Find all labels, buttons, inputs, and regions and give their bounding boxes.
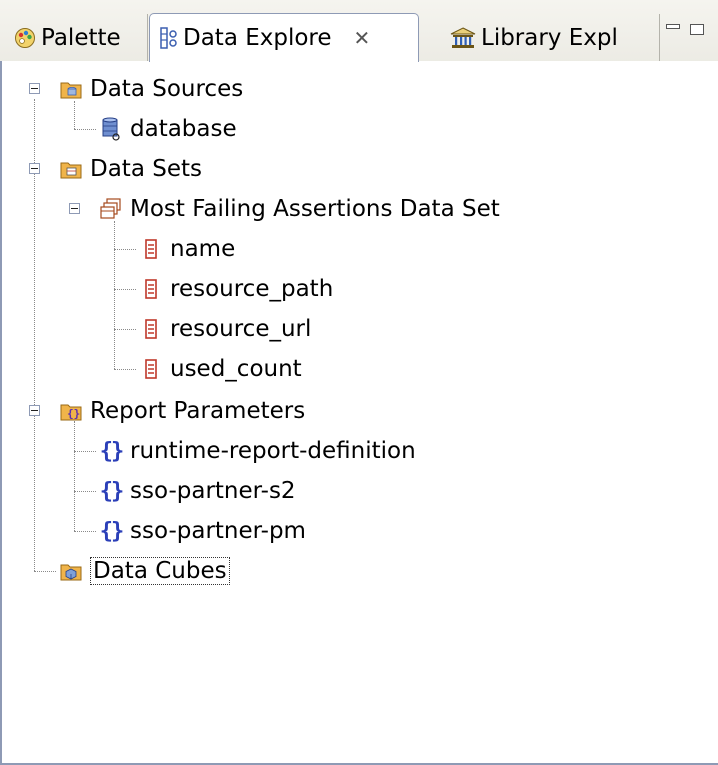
tree-node-label: resource_url — [170, 316, 312, 342]
tree-connector — [114, 369, 136, 370]
data-cubes-folder-icon — [60, 559, 82, 583]
data-explorer-icon — [160, 26, 178, 50]
tree-connector — [74, 129, 96, 130]
maximize-icon[interactable] — [690, 24, 704, 35]
view-tab-strip: Palette Data Explore ✕ Library Expl — [0, 0, 718, 63]
column-icon — [140, 357, 162, 381]
close-icon[interactable]: ✕ — [354, 26, 371, 50]
column-icon — [140, 317, 162, 341]
tree-node-label: name — [170, 236, 236, 262]
tree-connector — [114, 249, 136, 250]
collapse-toggle[interactable] — [69, 203, 80, 214]
tree-node-label: Data Sets — [90, 156, 202, 182]
tree-connector — [34, 571, 56, 572]
tree-node-parameter[interactable]: {} runtime-report-definition — [100, 431, 416, 471]
tree-node-label: database — [130, 116, 237, 142]
tab-palette-label: Palette — [41, 24, 121, 51]
collapse-toggle[interactable] — [29, 83, 40, 94]
tree-node-column[interactable]: used_count — [140, 349, 302, 389]
tab-palette[interactable]: Palette — [8, 14, 148, 61]
tree-connector — [114, 221, 115, 369]
tree-node-label: Report Parameters — [90, 398, 306, 424]
tab-data-explorer[interactable]: Data Explore ✕ — [149, 13, 419, 62]
collapse-toggle[interactable] — [29, 163, 40, 174]
parameter-icon: {} — [99, 438, 125, 464]
tree-node-data-cubes[interactable]: Data Cubes — [60, 551, 230, 591]
tree-connector — [74, 531, 96, 532]
tree-node-label: used_count — [170, 356, 302, 382]
database-icon — [100, 117, 122, 141]
dataset-icon — [100, 197, 122, 221]
tree-node-label: Data Sources — [90, 76, 244, 102]
parameter-icon: {} — [99, 518, 125, 544]
tree-node-label: Most Failing Assertions Data Set — [130, 196, 500, 222]
tree-connector — [114, 289, 136, 290]
tree-node-label: Data Cubes — [90, 557, 230, 585]
minimize-icon[interactable] — [666, 24, 680, 29]
tree-connector — [74, 491, 96, 492]
tab-library-explorer-label: Library Expl — [481, 24, 618, 51]
palette-icon — [14, 27, 36, 49]
tree-node-label: resource_path — [170, 276, 334, 302]
tree-node-label: sso-partner-pm — [130, 518, 306, 544]
tree-node-label: sso-partner-s2 — [130, 478, 296, 504]
tree-node-data-sets[interactable]: Data Sets — [60, 149, 202, 189]
tree-connector — [74, 451, 96, 452]
column-icon — [140, 277, 162, 301]
data-sets-folder-icon — [60, 157, 82, 181]
data-explorer-tree[interactable]: Data Sources database Data Sets Most Fai… — [0, 61, 718, 765]
tree-node-data-sources[interactable]: Data Sources — [60, 69, 243, 109]
column-icon — [140, 237, 162, 261]
tree-node-parameter[interactable]: {} sso-partner-pm — [100, 511, 306, 551]
tab-data-explorer-label: Data Explore — [183, 25, 332, 51]
tree-node-column[interactable]: name — [140, 229, 235, 269]
tab-library-explorer[interactable]: Library Expl — [420, 14, 660, 61]
report-parameters-folder-icon: {} — [60, 399, 82, 423]
tree-node-dataset[interactable]: Most Failing Assertions Data Set — [100, 189, 500, 229]
tree-node-label: runtime-report-definition — [130, 438, 416, 464]
tree-node-column[interactable]: resource_url — [140, 309, 311, 349]
tree-node-column[interactable]: resource_path — [140, 269, 333, 309]
tree-node-database[interactable]: database — [100, 109, 237, 149]
tree-connector — [114, 329, 136, 330]
collapse-toggle[interactable] — [29, 405, 40, 416]
view-controls — [666, 24, 704, 35]
tree-connector — [74, 421, 75, 531]
data-sources-folder-icon — [60, 77, 82, 101]
parameter-icon: {} — [99, 478, 125, 504]
tree-node-parameter[interactable]: {} sso-partner-s2 — [100, 471, 296, 511]
tree-node-report-parameters[interactable]: {} Report Parameters — [60, 391, 305, 431]
svg-text:{}: {} — [67, 407, 80, 420]
library-icon — [450, 26, 476, 49]
